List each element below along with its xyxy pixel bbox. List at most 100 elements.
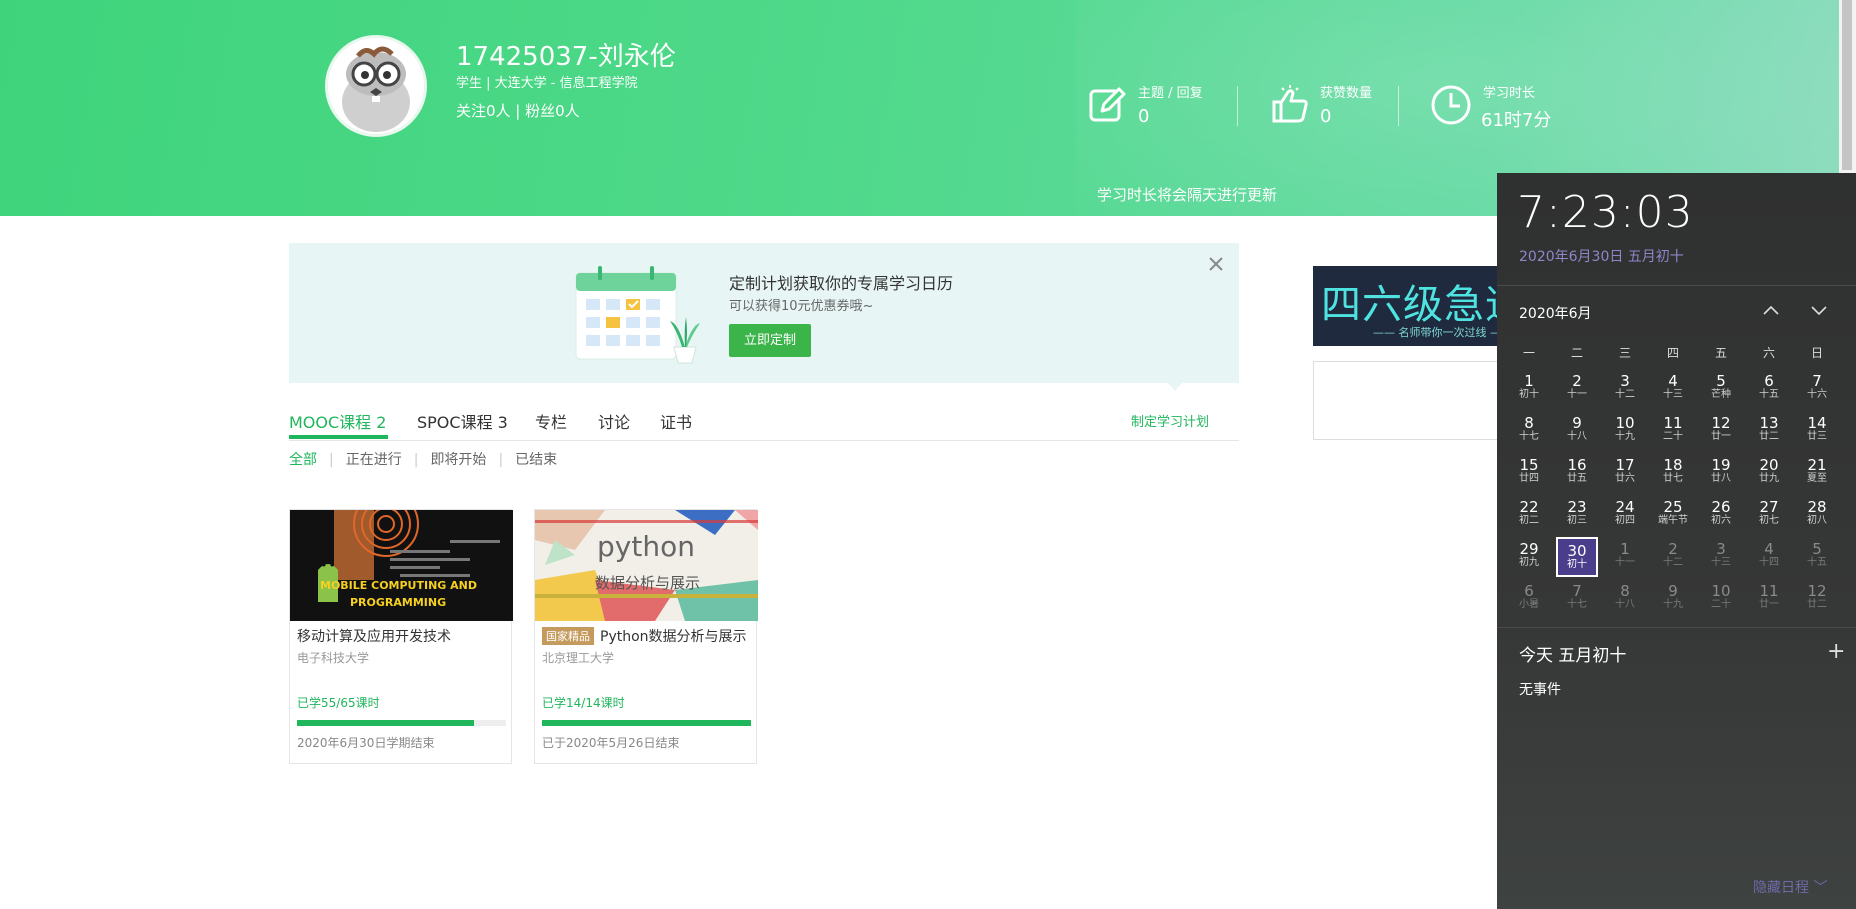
calendar-month-label[interactable]: 2020年6月 <box>1519 303 1592 323</box>
close-icon[interactable] <box>1205 253 1227 275</box>
filter-all[interactable]: 全部 <box>289 452 317 468</box>
calendar-day-number: 23 <box>1567 498 1587 516</box>
clock-icon <box>1431 85 1471 125</box>
calendar-day[interactable]: 18 廿七 <box>1652 453 1694 493</box>
chevron-up-icon[interactable] <box>1759 300 1783 320</box>
calendar-day[interactable]: 4 十四 <box>1748 537 1790 577</box>
stat-divider <box>1237 86 1238 126</box>
calendar-day[interactable]: 26 初六 <box>1700 495 1742 535</box>
calendar-day[interactable]: 15 廿四 <box>1508 453 1550 493</box>
calendar-lunar-label: 廿二 <box>1759 431 1779 442</box>
tab-mooc[interactable]: MOOC课程 2 <box>289 409 386 433</box>
thumbnail-title-line-2: 数据分析与展示 <box>595 574 701 592</box>
filter-in-progress[interactable]: 正在进行 <box>346 452 402 468</box>
course-card[interactable]: python 数据分析与展示 国家精品 Python数据分析与展示 北京理工大学 … <box>534 509 758 764</box>
stat-posts-value: 0 <box>1138 106 1150 127</box>
calendar-day[interactable]: 9 十八 <box>1556 411 1598 451</box>
calendar-day[interactable]: 6 小暑 <box>1508 579 1550 619</box>
calendar-day[interactable]: 3 十三 <box>1700 537 1742 577</box>
calendar-lunar-label: 初四 <box>1615 515 1635 526</box>
calendar-day[interactable]: 5 十五 <box>1796 537 1838 577</box>
filter-upcoming[interactable]: 即将开始 <box>430 452 486 468</box>
calendar-day[interactable]: 13 廿二 <box>1748 411 1790 451</box>
add-event-icon[interactable]: + <box>1827 639 1845 664</box>
filter-ended[interactable]: 已结束 <box>515 452 557 468</box>
calendar-lunar-label: 初十 <box>1567 559 1587 570</box>
chevron-down-icon[interactable] <box>1807 300 1831 320</box>
calendar-day-today[interactable]: 30 初十 <box>1556 537 1598 577</box>
calendar-day[interactable]: 21 夏至 <box>1796 453 1838 493</box>
calendar-day-number: 10 <box>1615 414 1635 432</box>
calendar-day[interactable]: 11 二十 <box>1652 411 1694 451</box>
calendar-lunar-label: 十七 <box>1519 431 1539 442</box>
calendar-day[interactable]: 9 十九 <box>1652 579 1694 619</box>
calendar-day[interactable]: 25 端午节 <box>1652 495 1694 535</box>
calendar-lunar-label: 十六 <box>1807 389 1827 400</box>
course-thumbnail[interactable]: MOBILE COMPUTING AND PROGRAMMING <box>290 510 513 621</box>
calendar-day[interactable]: 7 十七 <box>1556 579 1598 619</box>
calendar-day[interactable]: 5 芒种 <box>1700 369 1742 409</box>
hide-agenda-link[interactable]: 隐藏日程 ﹀ <box>1753 877 1827 897</box>
tab-certificate[interactable]: 证书 <box>660 409 692 433</box>
page-scrollbar-thumb[interactable] <box>1842 0 1852 170</box>
clock-date-link[interactable]: 2020年6月30日 五月初十 <box>1519 246 1684 266</box>
calendar-day[interactable]: 2 十一 <box>1556 369 1598 409</box>
calendar-day[interactable]: 10 二十 <box>1700 579 1742 619</box>
customize-now-button[interactable]: 立即定制 <box>729 324 811 357</box>
calendar-day[interactable]: 28 初八 <box>1796 495 1838 535</box>
calendar-day[interactable]: 8 十八 <box>1604 579 1646 619</box>
course-card[interactable]: MOBILE COMPUTING AND PROGRAMMING 移动计算及应用… <box>289 509 513 764</box>
tab-column[interactable]: 专栏 <box>535 409 567 433</box>
calendar-day[interactable]: 2 十二 <box>1652 537 1694 577</box>
calendar-day[interactable]: 1 十一 <box>1604 537 1646 577</box>
calendar-lunar-label: 初六 <box>1711 515 1731 526</box>
calendar-day[interactable]: 4 十三 <box>1652 369 1694 409</box>
calendar-day-number: 21 <box>1807 456 1827 474</box>
calendar-day-number: 25 <box>1663 498 1683 516</box>
calendar-lunar-label: 廿三 <box>1807 431 1827 442</box>
calendar-day[interactable]: 20 廿九 <box>1748 453 1790 493</box>
calendar-day-number: 18 <box>1663 456 1683 474</box>
calendar-day[interactable]: 7 十六 <box>1796 369 1838 409</box>
calendar-day[interactable]: 24 初四 <box>1604 495 1646 535</box>
calendar-day[interactable]: 23 初三 <box>1556 495 1598 535</box>
calendar-day[interactable]: 3 十二 <box>1604 369 1646 409</box>
course-title[interactable]: 国家精品 Python数据分析与展示 <box>542 626 747 646</box>
calendar-day[interactable]: 14 廿三 <box>1796 411 1838 451</box>
calendar-day[interactable]: 11 廿一 <box>1748 579 1790 619</box>
course-title[interactable]: 移动计算及应用开发技术 <box>297 626 451 646</box>
course-end-date: 2020年6月30日学期结束 <box>297 736 435 750</box>
make-study-plan-link[interactable]: 制定学习计划 <box>1131 411 1209 430</box>
course-thumbnail[interactable]: python 数据分析与展示 <box>535 510 758 621</box>
tab-discussion[interactable]: 讨论 <box>598 409 630 433</box>
calendar-day[interactable]: 17 廿六 <box>1604 453 1646 493</box>
calendar-lunar-label: 初九 <box>1519 557 1539 568</box>
calendar-day[interactable]: 29 初九 <box>1508 537 1550 577</box>
calendar-lunar-label: 十二 <box>1615 389 1635 400</box>
calendar-day-number: 3 <box>1620 372 1630 390</box>
calendar-day[interactable]: 12 廿二 <box>1796 579 1838 619</box>
calendar-lunar-label: 初七 <box>1759 515 1779 526</box>
calendar-day[interactable]: 8 十七 <box>1508 411 1550 451</box>
calendar-day[interactable]: 6 十五 <box>1748 369 1790 409</box>
calendar-day[interactable]: 10 十九 <box>1604 411 1646 451</box>
calendar-day[interactable]: 1 初十 <box>1508 369 1550 409</box>
calendar-day[interactable]: 12 廿一 <box>1700 411 1742 451</box>
calendar-lunar-label: 十一 <box>1615 557 1635 568</box>
calendar-day[interactable]: 27 初七 <box>1748 495 1790 535</box>
course-progress-bar <box>542 720 751 726</box>
weekday-label: 一 <box>1522 346 1535 360</box>
calendar-day[interactable]: 19 廿八 <box>1700 453 1742 493</box>
clock-calendar-flyout: 7:23:03 2020年6月30日 五月初十 2020年6月 一二三四五六日 … <box>1497 173 1856 909</box>
tab-spoc[interactable]: SPOC课程 3 <box>417 409 508 433</box>
avatar[interactable] <box>325 35 427 137</box>
follow-counts[interactable]: 关注0人 | 粉丝0人 <box>456 100 580 121</box>
calendar-day[interactable]: 22 初二 <box>1508 495 1550 535</box>
avatar-owl-icon <box>328 38 424 134</box>
plan-promo-banner: 定制计划获取你的专属学习日历 可以获得10元优惠券哦~ 立即定制 <box>289 243 1239 383</box>
thumbnail-title-line-1: MOBILE COMPUTING AND <box>320 579 478 592</box>
calendar-day-number: 9 <box>1668 582 1678 600</box>
calendar-day-number: 20 <box>1759 456 1779 474</box>
calendar-day-number: 6 <box>1524 582 1534 600</box>
calendar-day[interactable]: 16 廿五 <box>1556 453 1598 493</box>
